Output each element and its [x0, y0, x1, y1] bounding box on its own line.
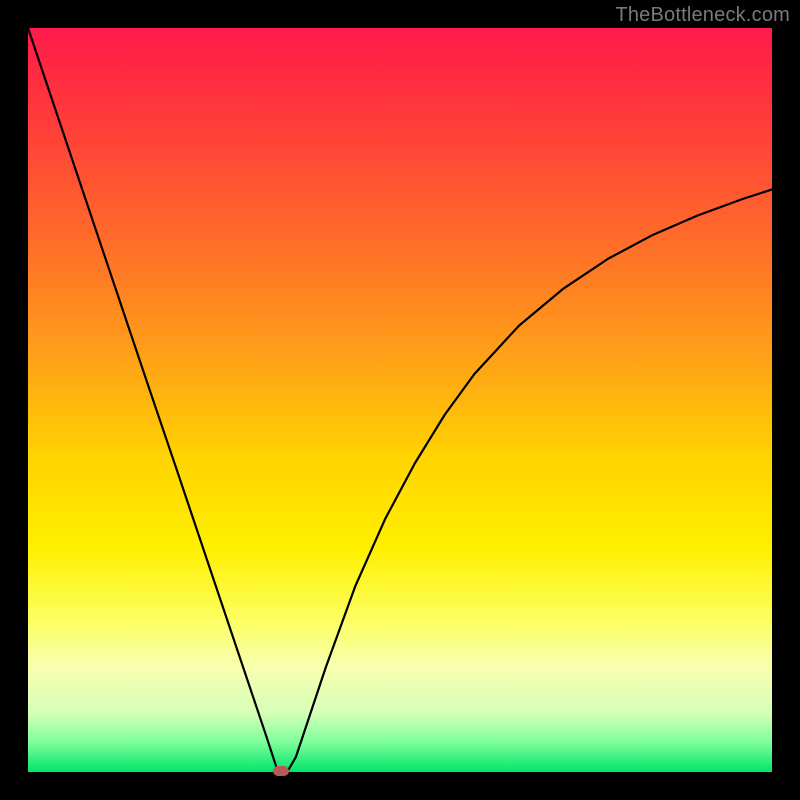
chart-frame: TheBottleneck.com	[0, 0, 800, 800]
optimum-marker	[273, 766, 289, 776]
curve-svg	[28, 28, 772, 772]
plot-area	[28, 28, 772, 772]
watermark-text: TheBottleneck.com	[615, 4, 790, 27]
bottleneck-curve	[28, 28, 772, 771]
